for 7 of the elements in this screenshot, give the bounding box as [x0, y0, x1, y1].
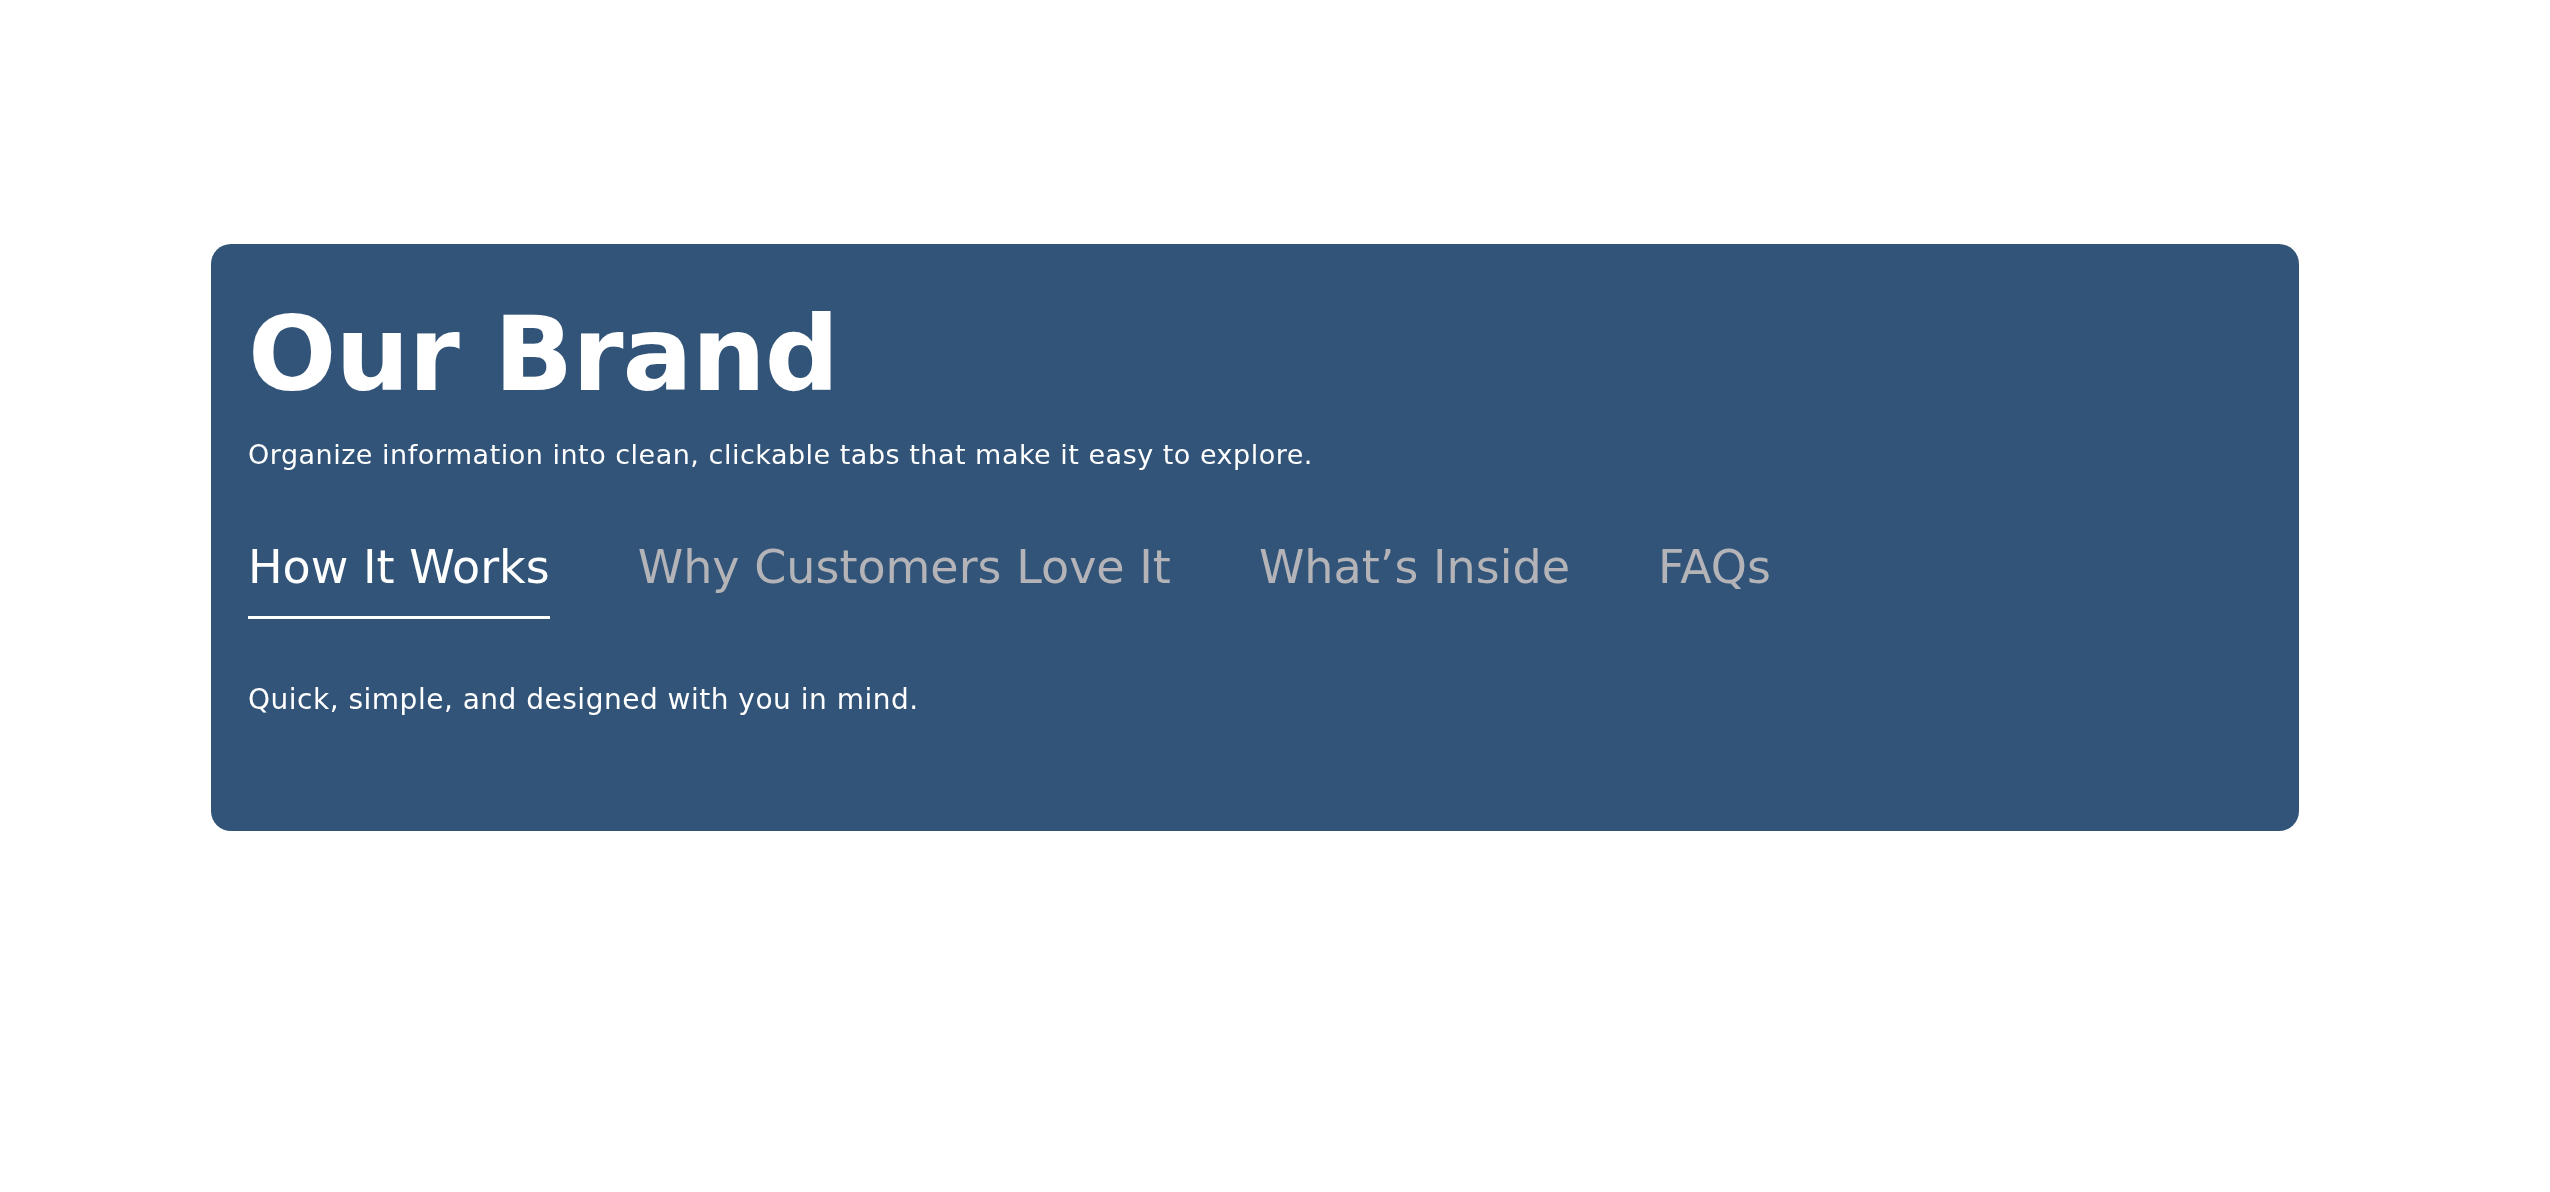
tab[interactable]: FAQs: [1657, 533, 1771, 620]
tab[interactable]: Why Customers Love It: [637, 533, 1171, 620]
tab-panel-text: Quick, simple, and designed with you in mind.: [248, 682, 919, 719]
brand-title: Our Brand: [248, 292, 839, 417]
subtitle-text: Organize information into clean, clickable tabs that make it easy to explore.: [248, 437, 1313, 472]
tab[interactable]: What’s Inside: [1258, 533, 1570, 620]
tab[interactable]: How It Works: [248, 533, 550, 620]
